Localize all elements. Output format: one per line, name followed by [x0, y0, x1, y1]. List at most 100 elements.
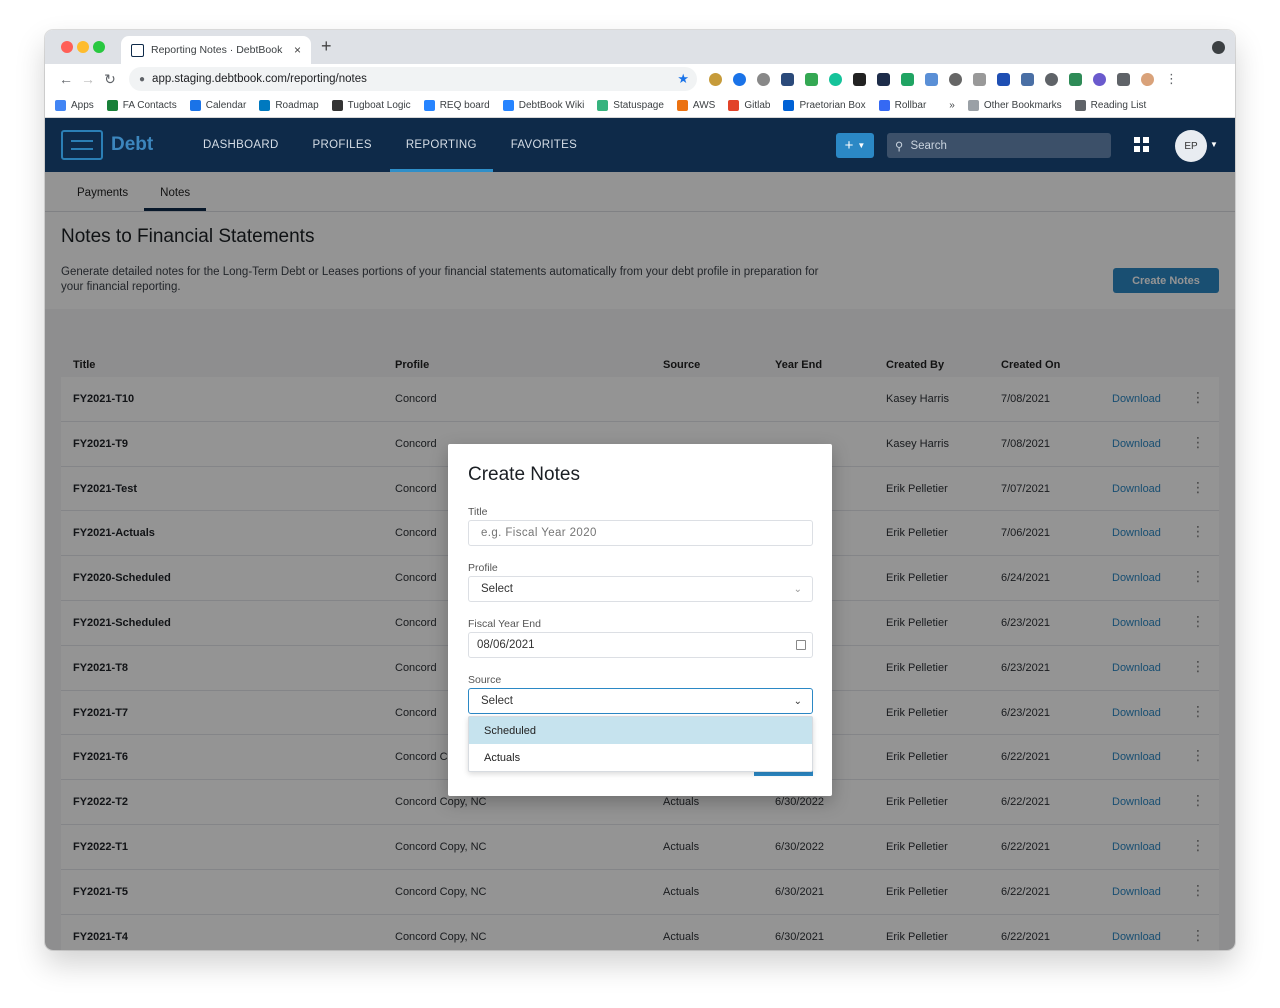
bookmark-gitlab[interactable]: Gitlab — [728, 100, 770, 111]
bookmark-label: REQ board — [439, 100, 490, 111]
app-root: Debt DASHBOARD PROFILES REPORTING FAVORI… — [45, 118, 1235, 950]
source-label: Source — [468, 674, 502, 686]
extension-icon[interactable] — [901, 72, 914, 86]
zoom-window-dot[interactable] — [93, 41, 105, 53]
add-button[interactable]: + ▼ — [836, 133, 874, 158]
lock-icon: ● — [139, 73, 146, 85]
logo-icon — [61, 130, 103, 160]
grid-icon[interactable] — [1134, 137, 1149, 152]
extension-icon[interactable] — [709, 72, 722, 86]
extension-icon[interactable] — [973, 72, 986, 86]
star-icon[interactable]: ★ — [677, 71, 689, 87]
extension-icon[interactable] — [757, 72, 770, 86]
browser-window: Reporting Notes · DebtBook × + ← → ↻ ● a… — [45, 30, 1235, 950]
back-arrow-icon[interactable]: ← — [55, 71, 77, 87]
calendar-icon[interactable] — [796, 640, 806, 650]
tab-strip: Reporting Notes · DebtBook × + — [45, 30, 1235, 64]
profile-select-value: Select — [481, 583, 513, 595]
source-dropdown: Scheduled Actuals — [468, 716, 813, 772]
bookmark-calendar[interactable]: Calendar — [189, 100, 247, 111]
wordpress-icon[interactable] — [949, 72, 962, 86]
nav-dashboard[interactable]: DASHBOARD — [187, 118, 295, 172]
fiscal-year-end-field[interactable]: 08/06/2021 — [468, 632, 813, 658]
bookmark-label: Apps — [71, 100, 94, 111]
nav-favorites[interactable]: FAVORITES — [495, 118, 593, 172]
extension-icon[interactable] — [925, 72, 938, 86]
source-select[interactable]: Select ⌄ — [468, 688, 813, 714]
bookmark-label: Other Bookmarks — [983, 100, 1062, 111]
extension-icon[interactable] — [1093, 72, 1106, 86]
close-window-dot[interactable] — [61, 41, 73, 53]
menu-kebab-icon[interactable]: ⋮ — [1165, 71, 1178, 87]
bookmark-label: Calendar — [205, 100, 247, 111]
chevron-down-icon: ▼ — [857, 141, 866, 150]
bookmark-roadmap[interactable]: Roadmap — [259, 100, 319, 111]
bookmark-label: Statuspage — [613, 100, 664, 111]
bookmark-rollbar[interactable]: Rollbar — [878, 100, 927, 111]
extension-icon[interactable] — [1045, 72, 1058, 86]
search-placeholder: Search — [910, 139, 947, 152]
reading-list[interactable]: Reading List — [1074, 100, 1147, 111]
bookmark-tugboat[interactable]: Tugboat Logic — [331, 100, 411, 111]
bookmark-fa-contacts[interactable]: FA Contacts — [106, 100, 177, 111]
extension-icon[interactable] — [781, 72, 794, 86]
address-bar[interactable]: ● app.staging.debtbook.com/reporting/not… — [129, 67, 697, 91]
other-bookmarks[interactable]: Other Bookmarks — [967, 100, 1062, 111]
minimize-window-dot[interactable] — [77, 41, 89, 53]
bookmark-label: Reading List — [1090, 100, 1147, 111]
search-input[interactable]: ⚲ Search — [887, 133, 1111, 158]
puzzle-icon[interactable] — [1117, 72, 1130, 86]
new-tab-button[interactable]: + — [321, 36, 332, 57]
extension-icon[interactable] — [1021, 72, 1034, 86]
option-actuals[interactable]: Actuals — [469, 744, 812, 771]
title-label: Title — [468, 506, 488, 518]
extensions-bar: ⋮ — [709, 71, 1178, 87]
source-select-value: Select — [481, 695, 513, 707]
option-scheduled[interactable]: Scheduled — [469, 717, 812, 744]
title-field[interactable] — [468, 520, 813, 546]
bookmarks-bar: Apps FA Contacts Calendar Roadmap Tugboa… — [45, 94, 1235, 118]
bookmark-statuspage[interactable]: Statuspage — [597, 100, 664, 111]
extension-icon[interactable] — [853, 72, 866, 86]
tab-title: Reporting Notes · DebtBook — [151, 44, 283, 56]
debtbook-logo[interactable]: Debt — [61, 130, 185, 160]
bookmark-label: Roadmap — [275, 100, 319, 111]
title-input[interactable] — [481, 527, 812, 539]
forward-arrow-icon[interactable]: → — [77, 71, 99, 87]
bookmarks-overflow[interactable]: » — [949, 100, 955, 111]
bookmark-req-board[interactable]: REQ board — [423, 100, 490, 111]
avatar-icon[interactable] — [1141, 72, 1154, 86]
bookmark-label: Praetorian Box — [799, 100, 866, 111]
url-text: app.staging.debtbook.com/reporting/notes — [152, 73, 367, 85]
chevron-down-icon: ⌄ — [793, 695, 802, 707]
browser-toolbar: ← → ↻ ● app.staging.debtbook.com/reporti… — [45, 64, 1235, 94]
chrome-profile-icon[interactable] — [1212, 41, 1225, 54]
grammarly-icon[interactable] — [829, 72, 842, 86]
extension-icon[interactable] — [877, 72, 890, 86]
debtbook-favicon-icon — [131, 43, 144, 57]
bookmark-aws[interactable]: AWS — [676, 100, 716, 111]
drive-icon[interactable] — [805, 72, 818, 86]
bookmark-apps[interactable]: Apps — [55, 100, 94, 111]
profile-select[interactable]: Select ⌄ — [468, 576, 813, 602]
browser-tab[interactable]: Reporting Notes · DebtBook × — [121, 36, 311, 64]
profile-label: Profile — [468, 562, 498, 574]
search-icon: ⚲ — [895, 140, 904, 153]
chevron-down-icon[interactable]: ▼ — [1210, 140, 1218, 149]
bookmark-praetorian[interactable]: Praetorian Box — [783, 100, 866, 111]
top-nav: Debt DASHBOARD PROFILES REPORTING FAVORI… — [45, 118, 1235, 172]
reload-icon[interactable]: ↻ — [99, 71, 121, 88]
bookmark-label: DebtBook Wiki — [518, 100, 585, 111]
tab-close-icon[interactable]: × — [294, 43, 301, 57]
nav-profiles[interactable]: PROFILES — [297, 118, 388, 172]
extension-icon[interactable] — [1069, 72, 1082, 86]
shield-icon[interactable] — [997, 72, 1010, 86]
bookmark-label: Gitlab — [744, 100, 771, 111]
avatar[interactable]: EP — [1175, 130, 1207, 162]
nav-reporting[interactable]: REPORTING — [389, 118, 493, 172]
bookmark-label: Rollbar — [894, 100, 927, 111]
bookmark-wiki[interactable]: DebtBook Wiki — [502, 100, 585, 111]
fiscal-year-end-value: 08/06/2021 — [477, 639, 535, 651]
bookmark-label: AWS — [692, 100, 716, 111]
extension-icon[interactable] — [733, 72, 746, 86]
